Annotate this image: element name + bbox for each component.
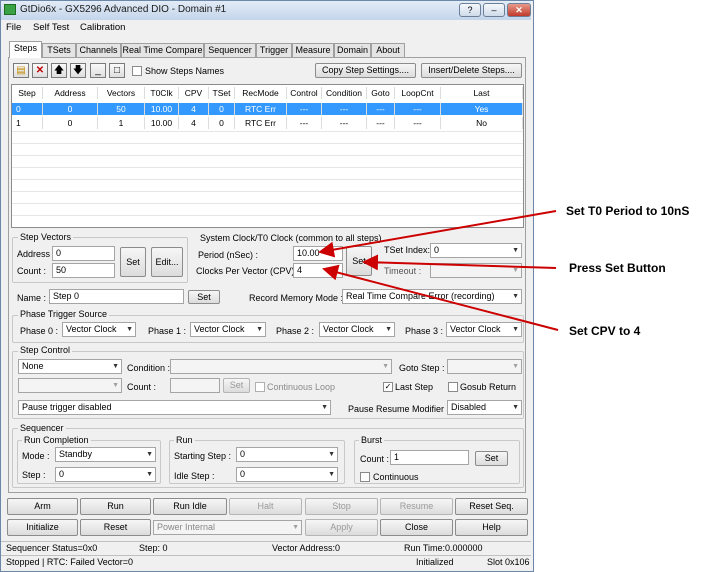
annotation-press-set: Press Set Button (569, 261, 666, 275)
annotation-set-t0: Set T0 Period to 10nS (566, 204, 690, 218)
arrow-to-set-button (362, 254, 557, 271)
arrow-to-period (318, 210, 557, 258)
annotation-set-cpv: Set CPV to 4 (569, 324, 641, 338)
annotation-arrows (318, 210, 559, 331)
arrow-to-cpv (322, 264, 559, 331)
